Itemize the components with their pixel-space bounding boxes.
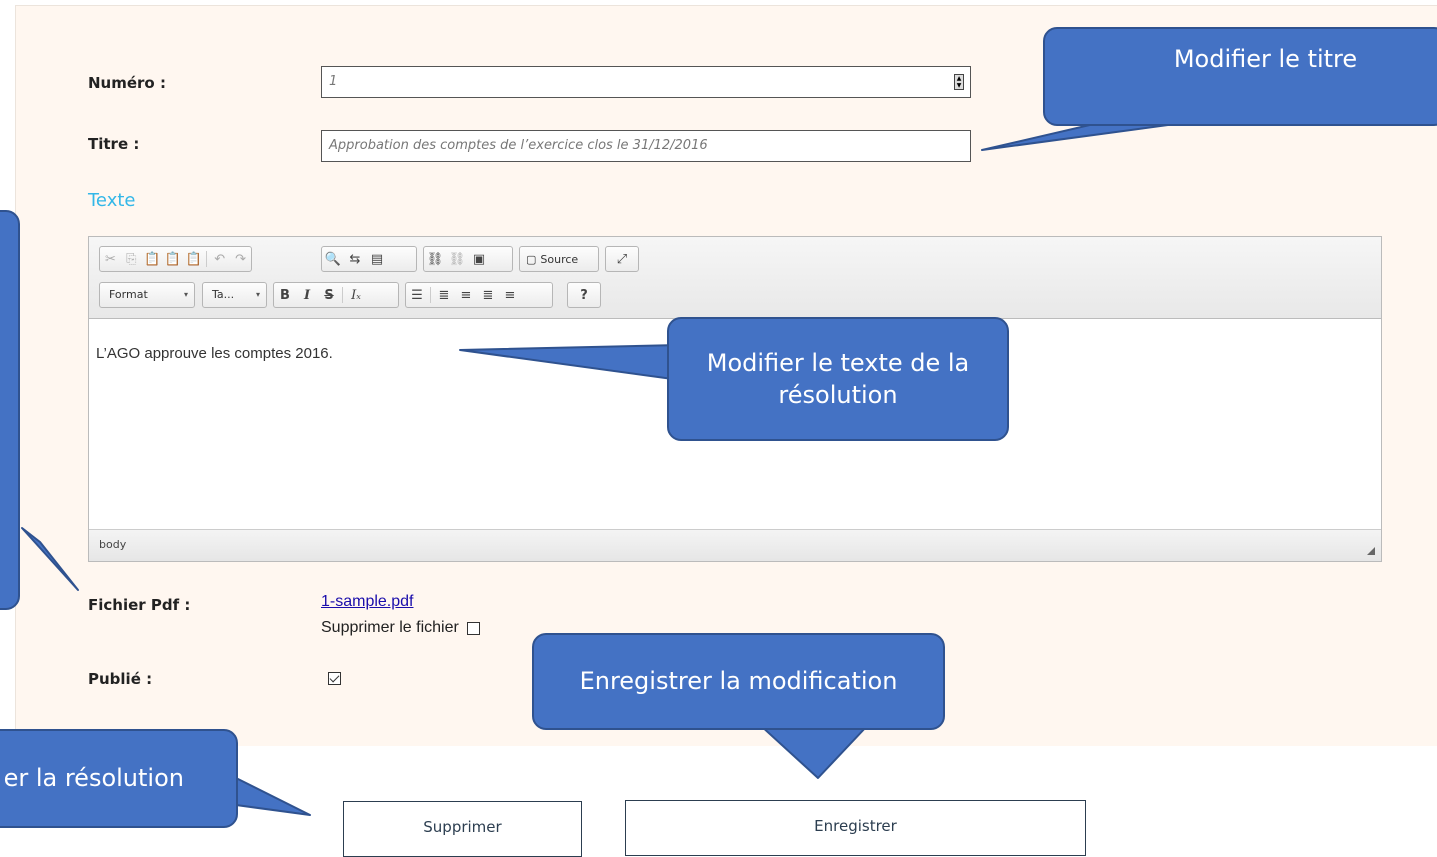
align-center-icon[interactable]: ≡ [455, 284, 477, 306]
callout-enregistrer: Enregistrer la modification [532, 633, 945, 730]
source-icon: ▢ [526, 252, 537, 266]
find-icon[interactable]: 🔍 [322, 248, 344, 270]
copy-icon[interactable]: ⎘ [121, 248, 142, 270]
supprimer-button[interactable]: Supprimer [343, 801, 582, 857]
remove-format-icon[interactable]: Iₓ [345, 284, 367, 306]
editor-toolbar: ✂ ⎘ 📋 📋 📋 ↶ ↷ 🔍 ⇆ ▤ ⛓ ⛓ ▣ ▢ Source ⤢ For… [89, 237, 1381, 319]
unlink-icon[interactable]: ⛓ [446, 248, 468, 270]
source-button[interactable]: ▢ Source [519, 246, 599, 272]
paste-text-icon[interactable]: 📋 [163, 248, 184, 270]
chevron-down-icon: ▾ [255, 290, 260, 299]
delete-file-label: Supprimer le fichier [321, 619, 459, 636]
help-icon: ? [580, 287, 588, 303]
titre-value: Approbation des comptes de l’exercice cl… [329, 138, 708, 153]
texte-heading: Texte [88, 190, 136, 211]
clipboard-group: ✂ ⎘ 📋 📋 📋 ↶ ↷ [99, 246, 252, 272]
select-all-icon[interactable]: ▤ [366, 248, 388, 270]
bullet-list-icon[interactable]: ☰ [406, 284, 428, 306]
align-right-icon[interactable]: ≣ [477, 284, 499, 306]
help-button[interactable]: ? [567, 282, 601, 308]
style-combo-label: Ta... [212, 288, 235, 301]
callout-supprimer-text: er la résolution [3, 764, 184, 793]
format-combo[interactable]: Format ▾ [99, 282, 195, 308]
resize-handle-icon[interactable] [1367, 547, 1375, 555]
maximize-button[interactable]: ⤢ [605, 246, 639, 272]
chevron-down-icon: ▾ [183, 290, 188, 299]
delete-file-checkbox[interactable] [466, 621, 480, 635]
titre-input[interactable]: Approbation des comptes de l’exercice cl… [321, 130, 971, 162]
undo-icon[interactable]: ↶ [209, 248, 230, 270]
justify-icon[interactable]: ≡ [499, 284, 521, 306]
publie-label: Publié : [88, 670, 153, 688]
numero-spinner[interactable]: ▲ ▼ [954, 74, 964, 90]
callout-texte-line2: résolution [778, 381, 898, 409]
editor-text: L’AGO approuve les comptes 2016. [96, 345, 333, 362]
redo-icon[interactable]: ↷ [230, 248, 251, 270]
link-icon[interactable]: ⛓ [424, 248, 446, 270]
cut-icon[interactable]: ✂ [100, 248, 121, 270]
paste-icon[interactable]: 📋 [142, 248, 163, 270]
link-group: ⛓ ⛓ ▣ [423, 246, 513, 272]
pdf-file-link[interactable]: 1-sample.pdf [321, 593, 414, 611]
align-left-icon[interactable]: ≣ [433, 284, 455, 306]
titre-label: Titre : [88, 135, 140, 153]
find-group: 🔍 ⇆ ▤ [321, 246, 417, 272]
paste-word-icon[interactable]: 📋 [183, 248, 204, 270]
publie-checkbox[interactable] [328, 672, 341, 685]
delete-file-row: Supprimer le fichier [321, 619, 480, 637]
editor-status-bar: body [89, 529, 1381, 561]
format-combo-label: Format [109, 288, 148, 301]
maximize-icon: ⤢ [616, 251, 628, 267]
callout-titre-text: Modifier le titre [1173, 45, 1358, 74]
source-label: Source [540, 252, 579, 266]
enregistrer-button[interactable]: Enregistrer [625, 800, 1086, 856]
toolbar-separator [206, 251, 208, 267]
callout-pdf [0, 210, 20, 610]
element-path[interactable]: body [99, 538, 126, 551]
pdf-label: Fichier Pdf : [88, 596, 191, 614]
callout-supprimer: er la résolution [0, 729, 238, 828]
callout-modifier-texte: Modifier le texte de la résolution [667, 317, 1009, 441]
bold-icon[interactable]: B [274, 284, 296, 306]
style-combo[interactable]: Ta... ▾ [202, 282, 267, 308]
callout-enregistrer-text: Enregistrer la modification [579, 667, 898, 696]
strike-icon[interactable]: S [318, 284, 340, 306]
replace-icon[interactable]: ⇆ [344, 248, 366, 270]
toolbar-separator [430, 287, 431, 303]
numero-label: Numéro : [88, 74, 166, 92]
numero-input[interactable]: 1 ▲ ▼ [321, 66, 971, 98]
callout-modifier-titre: Modifier le titre [1043, 27, 1437, 126]
image-icon[interactable]: ▣ [468, 248, 490, 270]
basic-style-group: B I S Iₓ [273, 282, 399, 308]
numero-value: 1 [329, 74, 338, 89]
paragraph-group: ☰ ≣ ≡ ≣ ≡ [405, 282, 553, 308]
callout-texte-line1: Modifier le texte de la [706, 348, 970, 377]
toolbar-separator [342, 287, 343, 303]
italic-icon[interactable]: I [296, 284, 318, 306]
